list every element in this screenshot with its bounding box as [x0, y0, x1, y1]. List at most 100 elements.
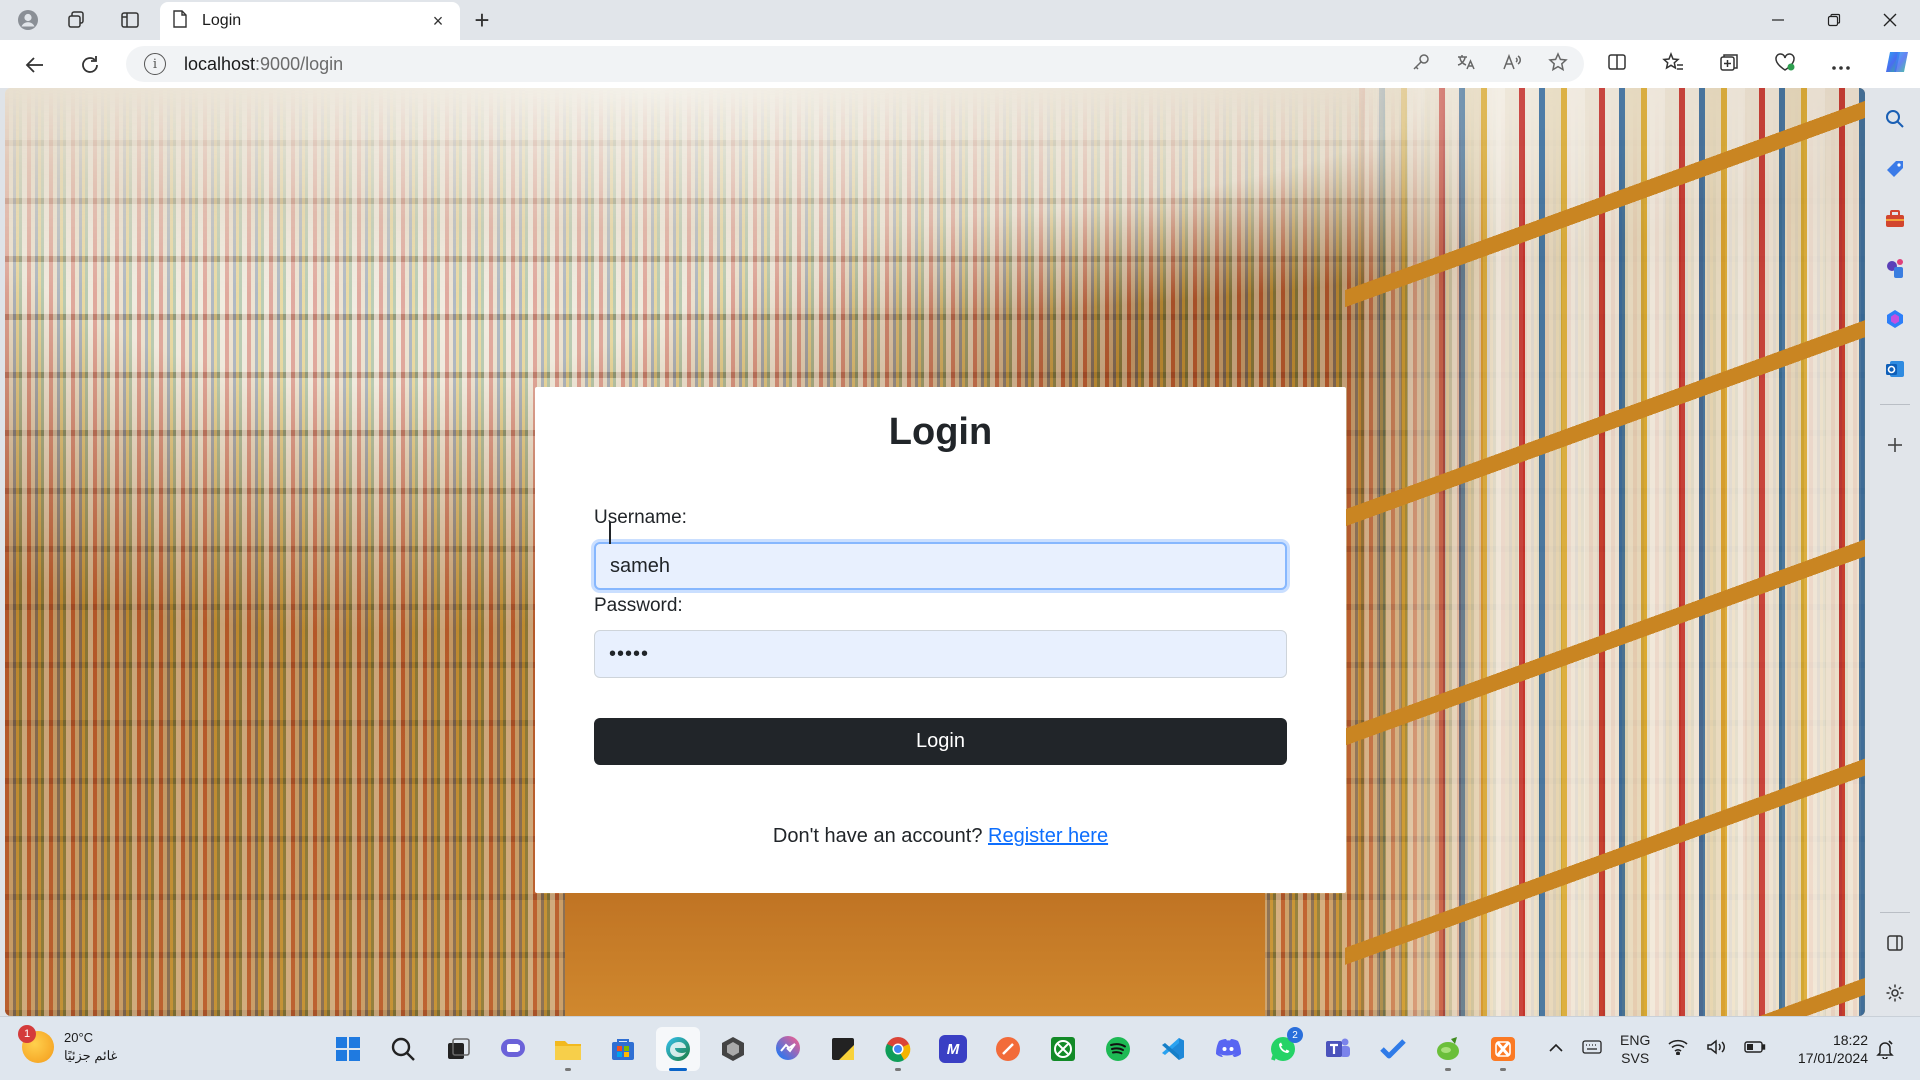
address-bar-icons — [1412, 46, 1568, 82]
mathway-icon[interactable]: M — [931, 1027, 975, 1071]
vscode-icon[interactable] — [1151, 1027, 1195, 1071]
spotify-icon[interactable] — [1096, 1027, 1140, 1071]
taskbar-apps: M 2 — [326, 1027, 1525, 1071]
tab-close-button[interactable]: × — [428, 11, 448, 32]
browser-toolbar: i localhost:9000/login — [0, 40, 1920, 88]
page-title: Login — [888, 411, 993, 453]
browser-essentials-icon[interactable] — [1768, 52, 1802, 78]
login-card: Login Username: Password: ••••• Login Do… — [535, 387, 1346, 893]
key-icon[interactable] — [1412, 53, 1430, 76]
refresh-icon[interactable] — [73, 48, 107, 82]
xbox-icon[interactable] — [1041, 1027, 1085, 1071]
xampp-icon[interactable] — [1481, 1027, 1525, 1071]
weather-badge: 1 — [18, 1025, 36, 1043]
hide-sidebar-icon[interactable] — [1878, 926, 1912, 960]
more-options-icon[interactable] — [1824, 54, 1858, 77]
split-screen-icon[interactable] — [1600, 52, 1634, 78]
sticky-notes-icon[interactable] — [821, 1027, 865, 1071]
weather-description: غائم جزئيًا — [64, 1048, 118, 1063]
volume-icon[interactable] — [1706, 1038, 1726, 1060]
page-icon — [172, 9, 188, 33]
search-icon[interactable] — [381, 1027, 425, 1071]
browser-tab-bar: Login × + — [0, 0, 1920, 40]
password-label: Password: — [594, 595, 683, 616]
add-icon[interactable] — [1878, 428, 1912, 462]
teams-icon[interactable] — [1316, 1027, 1360, 1071]
password-input[interactable]: ••••• — [594, 630, 1287, 678]
tab-login[interactable]: Login × — [160, 2, 460, 40]
username-input[interactable] — [594, 542, 1287, 590]
register-link[interactable]: Register here — [988, 825, 1108, 847]
keyboard-layout: SVS — [1621, 1050, 1650, 1066]
shopping-tag-icon[interactable] — [1878, 152, 1912, 186]
workspaces-icon[interactable] — [60, 4, 92, 36]
username-label: Username: — [594, 507, 687, 528]
chevron-up-icon[interactable] — [1548, 1040, 1564, 1058]
whatsapp-icon[interactable]: 2 — [1261, 1027, 1305, 1071]
edge-sidebar — [1870, 88, 1920, 1016]
input-language[interactable]: ENG SVS — [1620, 1031, 1650, 1067]
minimize-button[interactable] — [1750, 0, 1806, 40]
games-icon[interactable] — [1878, 252, 1912, 286]
library-background-shelf-planks — [1345, 88, 1865, 1016]
microsoft-365-icon[interactable] — [1878, 302, 1912, 336]
system-clock[interactable]: 18:22 17/01/2024 — [1786, 1031, 1868, 1067]
restore-button[interactable] — [1806, 0, 1862, 40]
postman-icon[interactable] — [986, 1027, 1030, 1071]
site-info-icon[interactable]: i — [144, 53, 166, 75]
toolbar-icons — [1600, 48, 1914, 82]
register-prompt: Don't have an account? Register here — [535, 825, 1346, 848]
sidebar-divider — [1880, 912, 1910, 913]
task-view-icon[interactable] — [436, 1027, 480, 1071]
url-host: localhost — [184, 53, 256, 74]
tab-actions-icon[interactable] — [114, 4, 146, 36]
collections-icon[interactable] — [1712, 52, 1746, 78]
clock-time: 18:22 — [1832, 1032, 1868, 1048]
messenger-icon[interactable] — [766, 1027, 810, 1071]
outlook-icon[interactable] — [1878, 352, 1912, 386]
register-prompt-text: Don't have an account? — [772, 825, 983, 847]
close-window-button[interactable] — [1862, 0, 1918, 40]
file-explorer-icon[interactable] — [546, 1027, 590, 1071]
url-text[interactable]: localhost:9000/login — [184, 54, 343, 75]
todo-icon[interactable] — [1371, 1027, 1415, 1071]
text-caret — [609, 522, 611, 544]
back-arrow-icon[interactable] — [18, 48, 52, 82]
profile-icon[interactable] — [12, 4, 44, 36]
windows-taskbar: 1 20°C غائم جزئيًا M 2 ENG SVS 18:22 17/… — [0, 1016, 1920, 1080]
page-viewport: Login Username: Password: ••••• Login Do… — [5, 88, 1865, 1016]
notification-bell-icon[interactable] — [1876, 1039, 1894, 1064]
language-code: ENG — [1620, 1032, 1651, 1048]
url-path: :9000/login — [255, 53, 344, 74]
search-icon[interactable] — [1878, 102, 1912, 136]
discord-icon[interactable] — [1206, 1027, 1250, 1071]
read-aloud-icon[interactable] — [1502, 53, 1522, 76]
favorite-star-icon[interactable] — [1548, 51, 1568, 77]
address-bar[interactable]: i localhost:9000/login — [126, 46, 1584, 82]
login-button[interactable]: Login — [594, 718, 1287, 765]
weather-icon: 1 — [18, 1025, 54, 1063]
microsoft-store-icon[interactable] — [601, 1027, 645, 1071]
gear-icon[interactable] — [1878, 976, 1912, 1010]
whatsapp-badge: 2 — [1287, 1027, 1303, 1043]
chrome-icon[interactable] — [876, 1027, 920, 1071]
favorites-icon[interactable] — [1656, 51, 1690, 78]
weather-widget[interactable]: 1 20°C غائم جزئيًا — [18, 1025, 118, 1065]
keyboard-icon[interactable] — [1582, 1039, 1602, 1059]
copilot-icon[interactable] — [1880, 49, 1914, 81]
tab-title: Login — [202, 12, 242, 29]
sidebar-divider — [1880, 404, 1910, 405]
teams-chat-icon[interactable] — [491, 1027, 535, 1071]
weather-temperature: 20°C — [64, 1030, 94, 1045]
clock-date: 17/01/2024 — [1797, 1050, 1868, 1066]
battery-icon[interactable] — [1744, 1040, 1766, 1059]
tools-briefcase-icon[interactable] — [1878, 202, 1912, 236]
start-button[interactable] — [326, 1027, 370, 1071]
edge-browser-icon[interactable] — [656, 1027, 700, 1071]
unity-icon[interactable] — [711, 1027, 755, 1071]
new-tab-button[interactable]: + — [466, 4, 498, 36]
wifi-icon[interactable] — [1668, 1039, 1688, 1060]
system-tray: ENG SVS — [1548, 1017, 1766, 1080]
notepad-plus-plus-icon[interactable] — [1426, 1027, 1470, 1071]
translate-icon[interactable] — [1456, 53, 1476, 76]
